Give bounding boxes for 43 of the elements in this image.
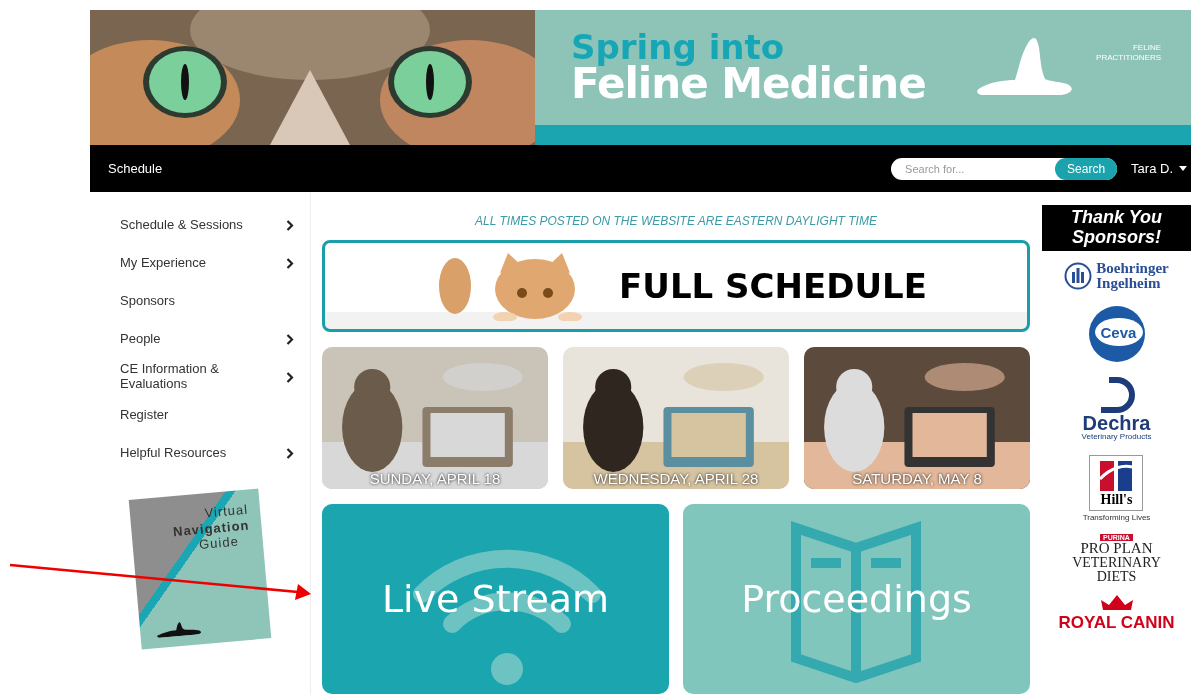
banner-title: Spring into — [571, 31, 785, 64]
building-icon — [1064, 260, 1093, 291]
sidebar-item[interactable]: Register — [90, 396, 310, 434]
day-caption: SATURDAY, MAY 8 — [851, 470, 983, 487]
chevron-icon — [286, 257, 294, 269]
sidebar-item[interactable]: My Experience — [90, 244, 310, 282]
day-caption: WEDNESDAY, APRIL 28 — [592, 470, 760, 487]
sponsor-logo[interactable]: ROYAL CANIN — [1058, 591, 1175, 631]
navigation-guide[interactable]: Virtual Navigation Guide — [128, 488, 272, 650]
logo-text: FELINE PRACTITIONERS — [1095, 42, 1161, 64]
sponsor-name: ROYAL CANIN — [1058, 613, 1175, 631]
sidebar-item[interactable]: People — [90, 320, 310, 358]
day-card[interactable]: SUNDAY, APRIL 18 — [322, 347, 548, 489]
guide-title: Virtual — [203, 501, 249, 521]
sidebar-item[interactable]: CE Information & Evaluations — [90, 358, 310, 396]
sponsor-tagline: Veterinary Products — [1081, 432, 1152, 441]
sponsor-name: Hill's — [1100, 492, 1133, 507]
sponsor-name: Ingelheim — [1096, 275, 1161, 291]
day-caption: SUNDAY, APRIL 18 — [368, 470, 502, 487]
ceva-emblem-icon — [1087, 304, 1146, 363]
sponsor-name: Dechra — [1082, 412, 1151, 433]
chevron-icon — [286, 219, 294, 231]
chevron-icon — [286, 371, 294, 383]
timezone-notice: ALL TIMES POSTED ON THE WEBSITE ARE EASTERN DAYLIGHT TIME — [473, 214, 878, 228]
schedule-link[interactable]: Schedule — [108, 161, 892, 176]
full-schedule-banner[interactable]: FULL SCHEDULE — [322, 240, 1030, 332]
sponsors-heading: Thank You Sponsors! — [1042, 205, 1191, 251]
sponsor-name: Boehringer — [1096, 260, 1169, 276]
sponsor-logo[interactable]: Ceva — [1087, 304, 1146, 363]
chevron-icon — [286, 333, 294, 345]
sponsor-name: VETERINARY — [1072, 555, 1161, 570]
caret-icon — [1179, 166, 1187, 171]
sponsor-name: PRO PLAN — [1080, 540, 1153, 556]
sponsor-tagline: Transforming Lives — [1082, 513, 1151, 522]
sponsor-logo[interactable]: Boehringer Ingelheim — [1064, 260, 1169, 291]
sponsor-logo[interactable]: Dechra Veterinary Products — [1081, 376, 1152, 441]
sidebar-item[interactable]: Sponsors — [90, 282, 310, 320]
sponsor-name: Ceva — [1100, 324, 1137, 340]
chevron-icon — [286, 447, 294, 459]
user-menu[interactable]: Tara D. — [1127, 161, 1191, 176]
sidebar-item[interactable]: Schedule & Sessions — [90, 206, 310, 244]
sponsor-name: DIETS — [1096, 569, 1137, 584]
sidebar-item[interactable]: Helpful Resources — [90, 434, 310, 472]
